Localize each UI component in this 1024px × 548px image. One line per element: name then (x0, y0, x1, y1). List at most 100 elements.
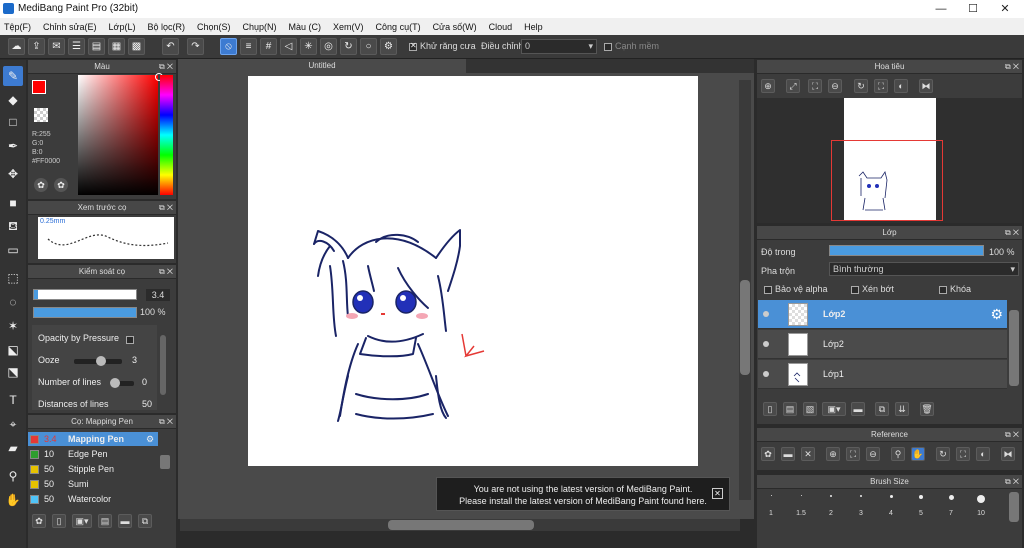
zoom-out-icon[interactable]: ⊖ (828, 79, 842, 93)
document-icon[interactable]: ▦ (108, 38, 125, 55)
adjust-dropdown[interactable]: 0 ▾ (521, 39, 597, 54)
brush-item-edge-pen[interactable]: 10 Edge Pen (28, 447, 158, 461)
duplicate-layer-icon[interactable]: ⧉ (875, 402, 889, 416)
soft-edge-checkbox[interactable] (604, 42, 612, 51)
bucket-tool-icon[interactable]: ⛾ (3, 216, 23, 236)
menu-cloud[interactable]: Cloud (489, 22, 513, 32)
layer-list-scrollbar[interactable] (1009, 310, 1019, 386)
panel-controls-icon[interactable]: ⧉ ✕ (159, 60, 173, 74)
menu-edit[interactable]: Chỉnh sửa(E) (43, 22, 97, 32)
parallel-snap-icon[interactable]: ≡ (240, 38, 257, 55)
gradient-tool-icon[interactable]: ▭ (3, 240, 23, 260)
color-history-icon[interactable]: ✿ (54, 178, 68, 192)
size-value[interactable]: 3.4 (146, 289, 170, 301)
add-brush-icon[interactable]: ✿ (32, 514, 46, 528)
menu-select[interactable]: Chọn(S) (197, 22, 231, 32)
lock-checkbox[interactable] (939, 285, 947, 294)
brush-item-sumi[interactable]: 50 Sumi (28, 477, 158, 491)
move-tool-icon[interactable]: ✥ (3, 164, 23, 184)
maximize-button[interactable]: ☐ (958, 0, 988, 18)
chat-icon[interactable]: ☰ (68, 38, 85, 55)
antialias-option[interactable]: Khử răng cưa (409, 41, 476, 51)
brush-size-option[interactable]: 1 (756, 495, 786, 517)
text-tool-icon[interactable]: T (3, 390, 23, 410)
brush-size-option[interactable]: 2 (816, 495, 846, 517)
canvas-horizontal-scrollbar[interactable] (180, 519, 740, 531)
menu-view[interactable]: Xem(V) (333, 22, 364, 32)
update-notice[interactable]: You are not using the latest version of … (436, 477, 730, 511)
delete-layer-icon[interactable]: 🗑 (920, 402, 934, 416)
visibility-icon[interactable] (763, 371, 769, 377)
radial-snap-icon[interactable]: ✳ (300, 38, 317, 55)
vanishing-snap-icon[interactable]: ◁ (280, 38, 297, 55)
panel-controls-icon[interactable]: ⧉ ✕ (1005, 428, 1019, 442)
curve-snap-icon[interactable]: ↻ (340, 38, 357, 55)
lasso-icon[interactable]: ◌ (3, 292, 23, 312)
redo-icon[interactable]: ↷ (187, 38, 204, 55)
brush-item-watercolor[interactable]: 50 Watercolor (28, 492, 158, 506)
fit-width-icon[interactable]: ⛶ (808, 79, 822, 93)
snap-settings-icon[interactable]: ⚙ (380, 38, 397, 55)
menu-help[interactable]: Help (524, 22, 543, 32)
zoom-in-icon[interactable]: ⊕ (761, 79, 775, 93)
navigator-preview[interactable] (757, 98, 1022, 223)
reference-close-icon[interactable]: ✕ (801, 447, 815, 461)
brush-size-option[interactable]: 7 (936, 495, 966, 517)
eraser-tool-icon[interactable]: ◆ (3, 90, 23, 110)
transparent-color-swatch[interactable] (34, 108, 48, 122)
upload-icon[interactable]: ⇪ (28, 38, 45, 55)
vertical-scroll-thumb[interactable] (740, 280, 750, 375)
new-layer-icon[interactable]: ▯ (763, 402, 777, 416)
clipping-checkbox[interactable] (851, 285, 859, 294)
ellipse-snap-icon[interactable]: ○ (360, 38, 377, 55)
fit-icon[interactable]: ⤢ (786, 79, 800, 93)
reference-zoom-out-icon[interactable]: ⊖ (866, 447, 880, 461)
ooze-slider-knob[interactable] (96, 356, 106, 366)
menu-filter[interactable]: Bộ lọc(R) (147, 22, 185, 32)
snap-off-icon[interactable]: ⦸ (220, 38, 237, 55)
new-halftone-layer-icon[interactable]: ▤ (783, 402, 797, 416)
select-rect-icon[interactable]: ⬚ (3, 268, 23, 288)
divide-tool-icon[interactable]: ▰ (3, 438, 23, 458)
reference-rotate-icon[interactable]: ↻ (936, 447, 950, 461)
blend-mode-dropdown[interactable]: Bình thường ▾ (829, 262, 1019, 276)
reference-flip-icon[interactable]: ⛶ (956, 447, 970, 461)
layer-row-selected[interactable]: Lớp2 ⚙ (758, 300, 1007, 329)
reference-fit-icon[interactable]: ⛶ (846, 447, 860, 461)
brush-item-stipple-pen[interactable]: 50 Stipple Pen (28, 462, 158, 476)
flip-icon[interactable]: ⛶ (874, 79, 888, 93)
reference-eyedropper-icon[interactable]: ⚲ (891, 447, 905, 461)
ooze-slider[interactable] (74, 356, 122, 366)
brush-size-option[interactable]: 4 (876, 495, 906, 517)
layer-opacity-slider[interactable] (829, 245, 984, 256)
minimize-button[interactable]: — (926, 0, 956, 18)
panel-controls-icon[interactable]: ⧉ ✕ (159, 201, 173, 215)
brush-tool-icon[interactable]: ✎ (3, 66, 23, 86)
reference-mirror-icon[interactable]: ⧓ (1001, 447, 1015, 461)
circle-snap-icon[interactable]: ◎ (320, 38, 337, 55)
opacity-value[interactable]: 100 % (140, 307, 166, 317)
drawing-canvas[interactable] (248, 76, 698, 466)
antialias-checkbox[interactable] (409, 41, 417, 51)
fill-rect-tool-icon[interactable]: ■ (3, 193, 23, 213)
layer-row[interactable]: Lớp2 (758, 330, 1007, 359)
brush-size-option[interactable]: 3 (846, 495, 876, 517)
reference-reset-icon[interactable]: ◐ (976, 447, 990, 461)
close-window-button[interactable]: ✕ (990, 0, 1020, 18)
horizontal-scroll-thumb[interactable] (388, 520, 534, 530)
panel-controls-icon[interactable]: ⧉ ✕ (1005, 60, 1019, 74)
reset-view-icon[interactable]: ◐ (894, 79, 908, 93)
reference-zoom-in-icon[interactable]: ⊕ (826, 447, 840, 461)
panel-controls-icon[interactable]: ⧉ ✕ (1005, 226, 1019, 240)
rotate-icon[interactable]: ↻ (854, 79, 868, 93)
menu-snap[interactable]: Chụp(N) (243, 22, 277, 32)
brush-control-scrollbar[interactable] (160, 335, 166, 395)
reference-add-icon[interactable]: ✿ (761, 447, 775, 461)
brush-size-scrollbar[interactable] (1009, 492, 1019, 522)
reference-open-icon[interactable]: ▬ (781, 447, 795, 461)
gear-icon[interactable]: ⚙ (146, 432, 154, 446)
merge-layer-icon[interactable]: ⇊ (895, 402, 909, 416)
hand-tool-icon[interactable]: ✋ (3, 490, 23, 510)
lines-slider[interactable] (110, 378, 134, 388)
visibility-icon[interactable] (763, 311, 769, 317)
